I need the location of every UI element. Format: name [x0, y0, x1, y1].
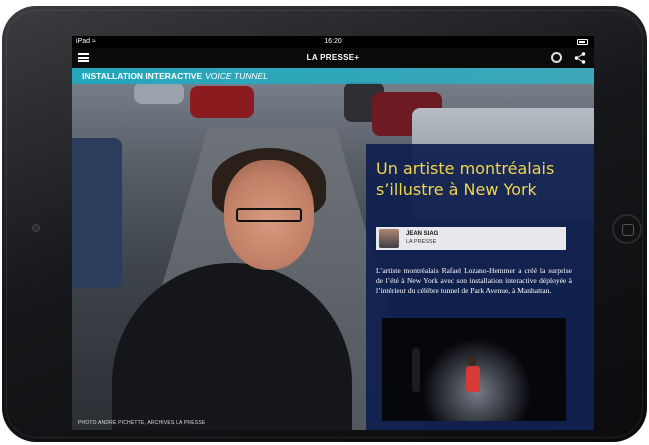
- photo-credit: PHOTO ANDRÉ PICHETTE, ARCHIVES LA PRESSE: [78, 420, 206, 426]
- author-avatar: [379, 229, 399, 248]
- inset-spotlight: [422, 338, 532, 421]
- status-time: 16:20: [324, 38, 342, 45]
- wifi-icon: ≈: [91, 38, 96, 45]
- photo-person-glasses: [236, 208, 302, 222]
- photo-street: [112, 128, 432, 430]
- photo-car: [344, 82, 384, 122]
- inset-figure: [466, 366, 480, 392]
- share-icon[interactable]: [574, 52, 586, 64]
- kicker-section: INSTALLATION INTERACTIVE: [82, 71, 203, 81]
- inset-figure-head: [467, 356, 477, 366]
- hero-photo: PHOTO ANDRÉ PICHETTE, ARCHIVES LA PRESSE: [72, 68, 594, 430]
- home-button[interactable]: [612, 214, 642, 244]
- photo-person-face: [224, 160, 314, 270]
- photo-person-hair: [212, 148, 326, 218]
- photo-car: [372, 92, 442, 136]
- app-header: LA PRESSE+: [72, 48, 594, 68]
- author-byline[interactable]: JEAN SIAG LA PRESSE: [376, 227, 566, 250]
- author-organization: LA PRESSE: [406, 239, 437, 245]
- photo-car: [412, 108, 594, 218]
- photo-car: [190, 86, 254, 118]
- status-bar: iPad ≈ 16:20: [72, 36, 594, 48]
- author-name: JEAN SIAG: [406, 231, 439, 237]
- inset-photo[interactable]: [382, 318, 566, 421]
- section-kicker: INSTALLATION INTERACTIVE VOICE TUNNEL: [72, 68, 594, 84]
- headphones-icon[interactable]: [551, 52, 562, 63]
- article-lede: L’artiste montréalais Rafael Lozano-Hemm…: [376, 266, 572, 295]
- app-brand-title: LA PRESSE+: [306, 53, 360, 62]
- device-name: iPad: [76, 38, 91, 45]
- menu-icon[interactable]: [78, 53, 89, 62]
- photo-car: [134, 82, 184, 104]
- article-headline: Un artiste montréalais s’illustre à New …: [376, 159, 555, 199]
- front-camera: [32, 224, 40, 232]
- status-device-label: iPad ≈: [76, 36, 96, 48]
- photo-car: [72, 138, 122, 288]
- article-panel[interactable]: Un artiste montréalais s’illustre à New …: [366, 144, 594, 430]
- inset-background-figure: [412, 348, 420, 392]
- app-screen: iPad ≈ 16:20 LA PRESSE+ PHOTO ANDRÉ PICH…: [72, 36, 594, 430]
- battery-icon: [577, 39, 588, 45]
- ipad-device-frame: iPad ≈ 16:20 LA PRESSE+ PHOTO ANDRÉ PICH…: [2, 6, 647, 442]
- photo-person-body: [112, 263, 352, 430]
- kicker-topic: VOICE TUNNEL: [205, 71, 268, 81]
